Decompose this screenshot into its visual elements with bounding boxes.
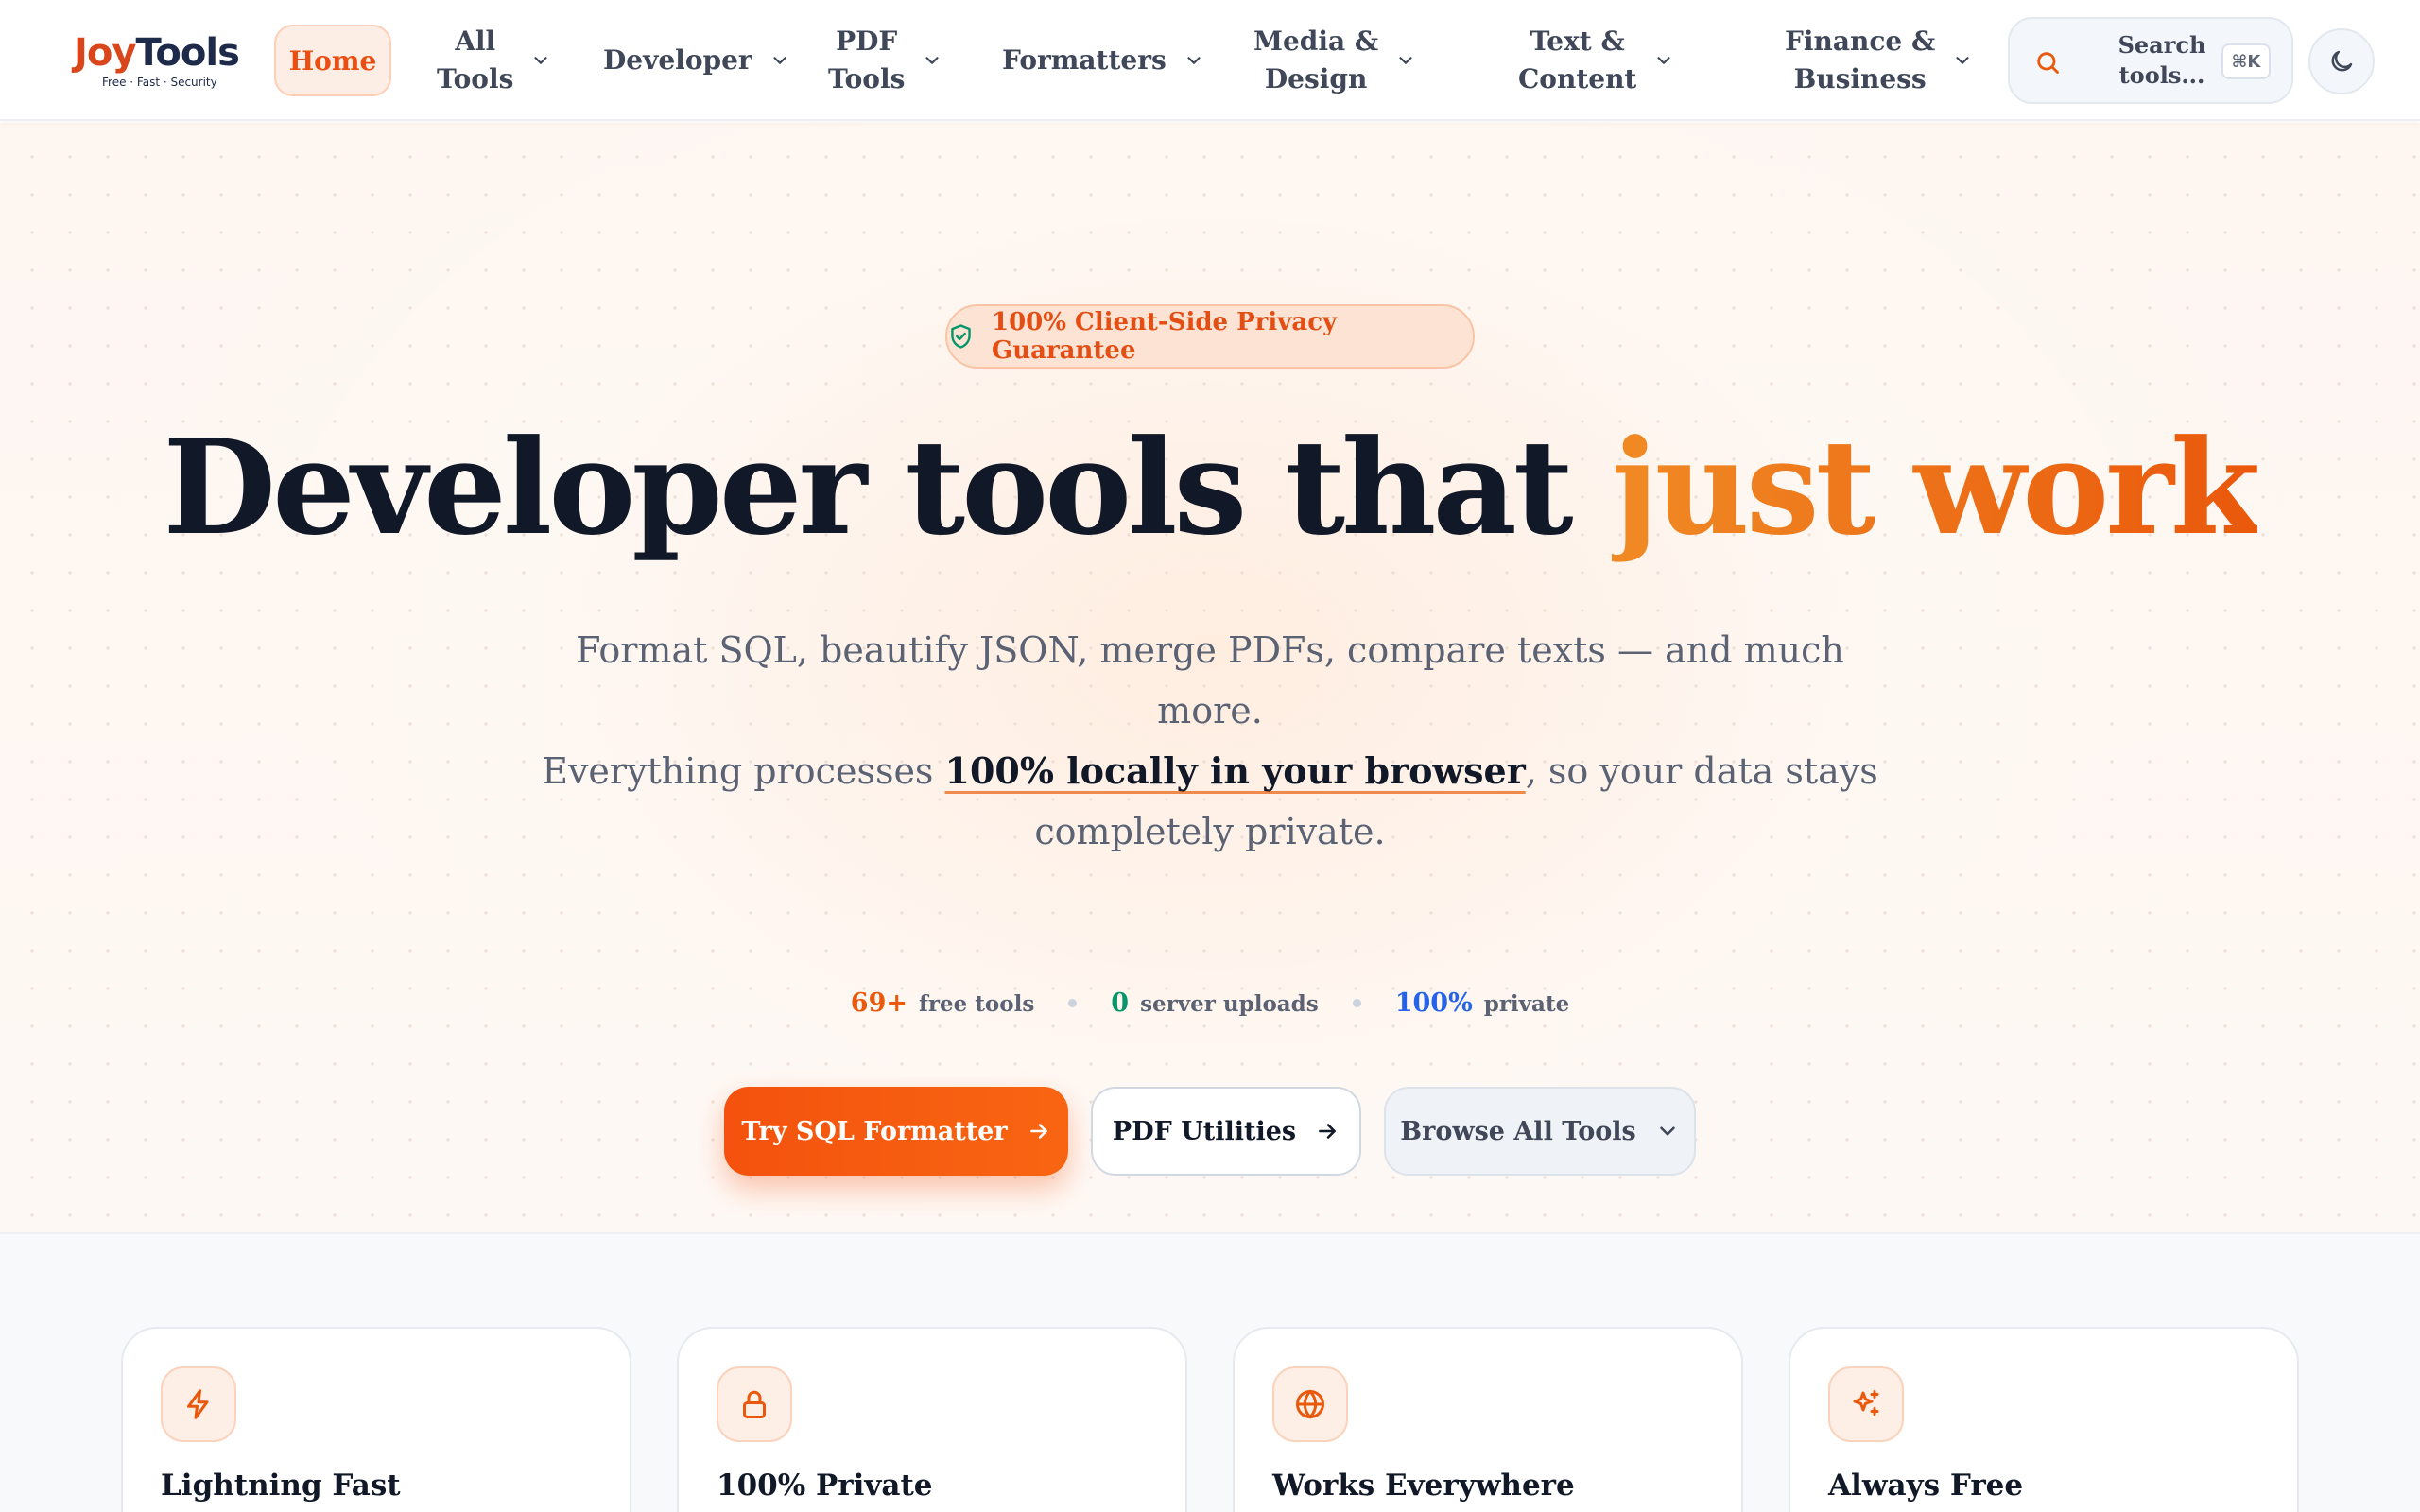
nav-label: Finance & Business: [1785, 26, 1936, 94]
privacy-badge-text: 100% Client-Side Privacy Guarantee: [991, 308, 1338, 365]
logo-tagline: Free · Fast · Security: [102, 76, 217, 89]
logo-wordmark: JoyTools: [74, 31, 240, 75]
chevron-down-icon: [925, 57, 939, 64]
hero-subtitle-pre: Everything processes: [542, 750, 945, 792]
button-label: Try SQL Formatter: [741, 1116, 1008, 1146]
feature-icon-wrap: [1828, 1366, 1904, 1442]
hero-title: Developer tools that just work: [0, 412, 2420, 563]
hero-subtitle: Format SQL, beautify JSON, merge PDFs, c…: [529, 620, 1891, 862]
stats-row: 69+ free tools 0 server uploads 100% pri…: [0, 988, 2420, 1018]
feature-title: Always Free: [1828, 1469, 2024, 1503]
button-label: PDF Utilities: [1112, 1116, 1297, 1146]
arrow-right-icon: [1319, 1124, 1336, 1139]
nav-home[interactable]: Home: [274, 25, 391, 96]
browse-all-tools-button[interactable]: Browse All Tools: [1384, 1087, 1696, 1176]
stat-free-tools: 69+ free tools: [851, 988, 1034, 1018]
button-label: Browse All Tools: [1400, 1116, 1636, 1146]
feature-card-everywhere: Works Everywhere: [1233, 1327, 1743, 1512]
chevron-down-icon: [1187, 57, 1201, 64]
pdf-utilities-button[interactable]: PDF Utilities: [1091, 1087, 1361, 1176]
arrow-right-icon: [1029, 1124, 1047, 1139]
stat-label: private: [1483, 991, 1570, 1017]
nav-developer[interactable]: Developer: [603, 21, 790, 100]
stat-value: 0: [1111, 988, 1130, 1018]
nav-label: PDF Tools: [828, 26, 906, 94]
stat-label: free tools: [919, 991, 1035, 1017]
search-placeholder: Search tools...: [2118, 31, 2206, 89]
top-navbar: JoyTools Free · Fast · Security Home All…: [0, 0, 2420, 121]
feature-icon-wrap: [1272, 1366, 1348, 1442]
chevron-down-icon: [1399, 57, 1412, 64]
theme-toggle-button[interactable]: [2308, 28, 2375, 94]
feature-icon-wrap: [717, 1366, 792, 1442]
privacy-badge: 100% Client-Side Privacy Guarantee: [945, 304, 1475, 369]
try-sql-formatter-button[interactable]: Try SQL Formatter: [724, 1087, 1068, 1176]
feature-icon-wrap: [161, 1366, 236, 1442]
nav-label: Media & Design: [1253, 26, 1379, 94]
nav-label: Text & Content: [1518, 26, 1637, 94]
globe-icon: [1296, 1389, 1324, 1419]
feature-title: Works Everywhere: [1272, 1469, 1575, 1503]
hero-title-accent: just work: [1611, 410, 2261, 564]
hero-subtitle-line1: Format SQL, beautify JSON, merge PDFs, c…: [576, 629, 1844, 731]
feature-card-private: 100% Private: [677, 1327, 1187, 1512]
search-shortcut-badge: ⌘K: [2221, 43, 2271, 79]
search-icon: [2037, 52, 2059, 74]
moon-icon: [2331, 50, 2353, 72]
nav-finance-business[interactable]: Finance & Business: [1785, 21, 1973, 100]
search-box[interactable]: Search tools... ⌘K: [2008, 17, 2293, 104]
chevron-down-icon: [773, 57, 786, 64]
sparkles-icon: [1853, 1390, 1879, 1416]
chevron-down-icon: [534, 57, 547, 64]
joytools-logo[interactable]: JoyTools Free · Fast · Security: [74, 28, 250, 94]
features-section: Lightning Fast 100% Private Works Everyw…: [0, 1234, 2420, 1512]
hero-title-main: Developer tools that: [163, 410, 1612, 564]
stat-separator: [1068, 999, 1078, 1007]
nav-label: Formatters: [1002, 44, 1167, 76]
hero-subtitle-highlight: 100% locally in your browser: [944, 749, 1526, 792]
nav-pdf-tools[interactable]: PDF Tools: [828, 21, 942, 100]
nav-all-tools[interactable]: All Tools: [437, 21, 551, 100]
stat-private: 100% private: [1395, 988, 1569, 1018]
shield-check-icon: [951, 324, 971, 349]
feature-title: Lightning Fast: [161, 1469, 401, 1503]
feature-title: 100% Private: [717, 1469, 933, 1503]
feature-card-free: Always Free: [1789, 1327, 2299, 1512]
stat-value: 100%: [1394, 988, 1473, 1018]
nav-label: All Tools: [437, 26, 514, 94]
stat-value: 69+: [850, 988, 908, 1018]
nav-label: Developer: [603, 44, 752, 76]
chevron-down-icon: [1657, 57, 1670, 64]
chevron-down-icon: [1659, 1126, 1675, 1136]
stat-separator: [1352, 999, 1361, 1007]
stat-server-uploads: 0 server uploads: [1111, 988, 1318, 1018]
nav-text-content[interactable]: Text & Content: [1518, 21, 1674, 100]
hero-section: 100% Client-Side Privacy Guarantee Devel…: [0, 123, 2420, 1234]
chevron-down-icon: [1956, 57, 1969, 64]
nav-media-design[interactable]: Media & Design: [1253, 21, 1416, 100]
feature-card-fast: Lightning Fast: [121, 1327, 631, 1512]
lock-icon: [743, 1390, 766, 1418]
lightning-icon: [187, 1389, 209, 1419]
stat-label: server uploads: [1140, 991, 1319, 1017]
nav-formatters[interactable]: Formatters: [1002, 21, 1204, 100]
